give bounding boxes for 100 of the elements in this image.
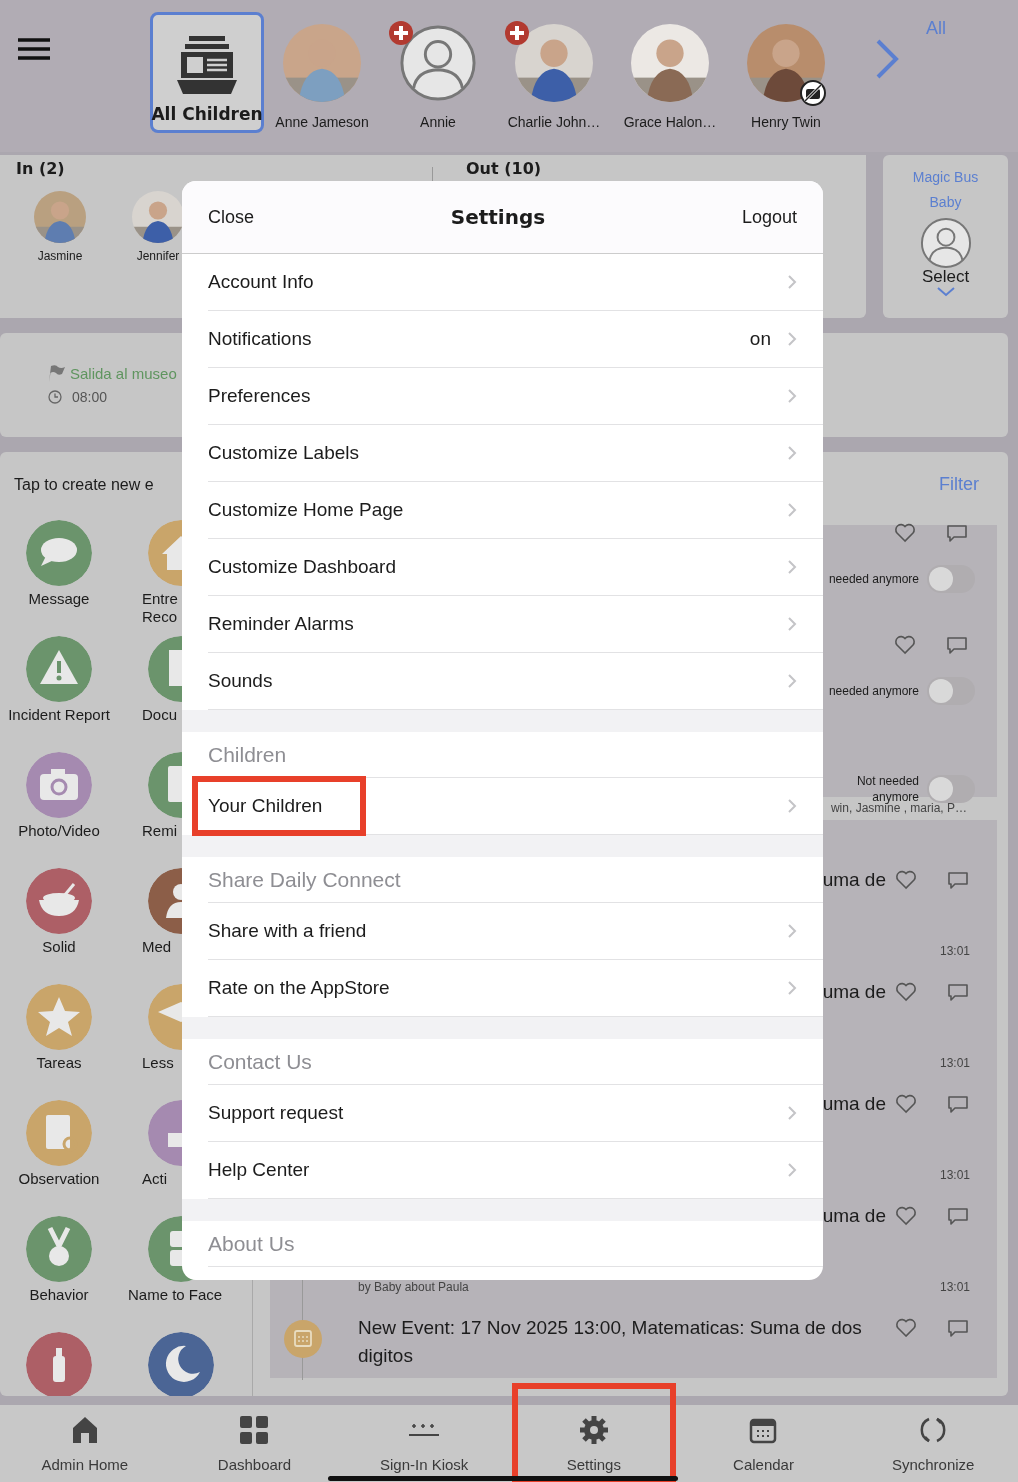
create-prompt: Tap to create new e [14,476,155,494]
gear-icon [577,1414,610,1446]
entry-title: uma de [822,1204,886,1228]
event-time: 08:00 [72,389,108,405]
moon-icon[interactable] [148,1332,214,1396]
tab-bar-item[interactable]: Synchronize [848,1405,1018,1482]
row-label[interactable]: Share with a friend [208,920,367,942]
entry-title: uma de [822,980,886,1004]
row-label[interactable]: Help Center [208,1159,310,1181]
bottle-icon[interactable] [26,1332,92,1396]
id-cards-icon [175,34,239,96]
heart-icon[interactable] [894,1316,918,1340]
toggle-switch[interactable] [927,775,975,803]
toggle-label: Not needed anymore [855,773,919,804]
chevron-icon [787,980,797,996]
child-name: Jasmine [37,249,83,263]
entry-byline: by Baby about Paula [358,1280,469,1296]
entry-title: New Event: 17 Nov 2025 13:00, Matematicas: Suma de dos digitos [358,1316,863,1368]
entry-time: 13:01 [939,1168,970,1184]
child-name: Jennifer [136,249,180,263]
chat-bubble-icon[interactable] [26,520,92,586]
select-label[interactable]: Select [921,267,970,287]
entry-time: 13:01 [939,944,970,960]
heart-icon[interactable] [893,521,917,545]
action-label: Docu [142,706,178,724]
heart-icon[interactable] [893,633,917,657]
bus-title: Magic Bus Baby [911,168,980,212]
person-icon [919,217,972,269]
bowl-icon[interactable] [26,868,92,934]
chevron-icon [787,1105,797,1121]
person-icon [399,24,477,102]
chevron-down-icon[interactable] [936,287,955,297]
chevron-icon [787,445,797,461]
row-label[interactable]: Your Children [192,776,367,836]
child-name[interactable]: Anne Jameson [275,114,369,130]
tab-bar-item[interactable]: Sign-In Kiosk [339,1405,509,1482]
chevron-icon [787,274,797,290]
row-label[interactable]: Support request [208,1102,344,1124]
action-label: Remi [142,822,177,840]
tab-bar-item[interactable]: Settings [515,1386,673,1482]
chevron-icon [787,798,797,814]
logout-button[interactable]: Logout [741,206,797,228]
dialog-title: Settings [450,205,546,229]
toggle-label: needed anymore [828,684,919,698]
heart-icon[interactable] [894,980,918,1004]
action-label: Observation [17,1170,101,1188]
row-label[interactable]: Rate on the AppStore [208,977,390,999]
row-value: on [749,328,771,350]
heart-icon[interactable] [894,1204,918,1228]
chevron-icon [787,502,797,518]
entry-time: 13:01 [939,1280,970,1296]
chevron-icon [787,388,797,404]
warning-icon[interactable] [26,636,92,702]
toggle-switch[interactable] [927,677,975,705]
tab-bar-item[interactable]: Calendar [678,1405,849,1482]
toggle-label: needed anymore [828,572,919,586]
row-label[interactable]: Customize Labels [208,442,360,464]
child-name[interactable]: Charlie John… [507,114,601,130]
event-title: Salida al museo [70,364,177,382]
row-label[interactable]: Sounds [208,670,273,692]
out-title: Out (10) [466,159,542,178]
tab-bar-item[interactable]: Dashboard [169,1405,340,1482]
in-title: In (2) [16,159,65,178]
section-header: About Us [208,1231,295,1256]
row-label[interactable]: Preferences [208,385,311,407]
clipboard-icon[interactable] [26,1100,92,1166]
camera-icon[interactable] [26,752,92,818]
section-header: Children [208,742,287,767]
row-label[interactable]: Customize Dashboard [208,556,396,578]
child-name[interactable]: Grace Halon… [623,114,717,130]
child-name[interactable]: Henry Twin [751,114,821,130]
chevron-icon [787,559,797,575]
entry-title: uma de [822,1092,886,1116]
heart-icon[interactable] [894,1092,918,1116]
action-label: Acti [142,1170,167,1188]
row-label[interactable]: Account Info [208,271,314,293]
action-label: Photo/Video [17,822,101,840]
calendar-icon [284,1320,322,1358]
tab-bar-item[interactable]: Admin Home [0,1405,170,1482]
clock-icon [48,390,62,404]
section-header: Share Daily Connect [208,867,401,892]
medal-icon[interactable] [26,1216,92,1282]
row-label[interactable]: Reminder Alarms [208,613,354,635]
action-label: Message [27,590,91,608]
close-button[interactable]: Close [208,206,255,228]
chevron-icon [787,923,797,939]
entry-title: uma de [822,868,886,892]
action-label: Behavior [28,1286,90,1304]
action-label: Less [142,1054,174,1072]
action-label: Incident Report [7,706,111,724]
chevron-icon [787,673,797,689]
row-label[interactable]: Customize Home Page [208,499,404,521]
chevron-icon [787,616,797,632]
heart-icon[interactable] [894,868,918,892]
toggle-switch[interactable] [927,565,975,593]
menu-icon[interactable] [18,38,50,60]
entry-time: 13:01 [939,1056,970,1072]
child-name[interactable]: Annie [420,114,456,130]
chevron-icon [787,331,797,347]
row-label[interactable]: Notifications [208,328,312,350]
